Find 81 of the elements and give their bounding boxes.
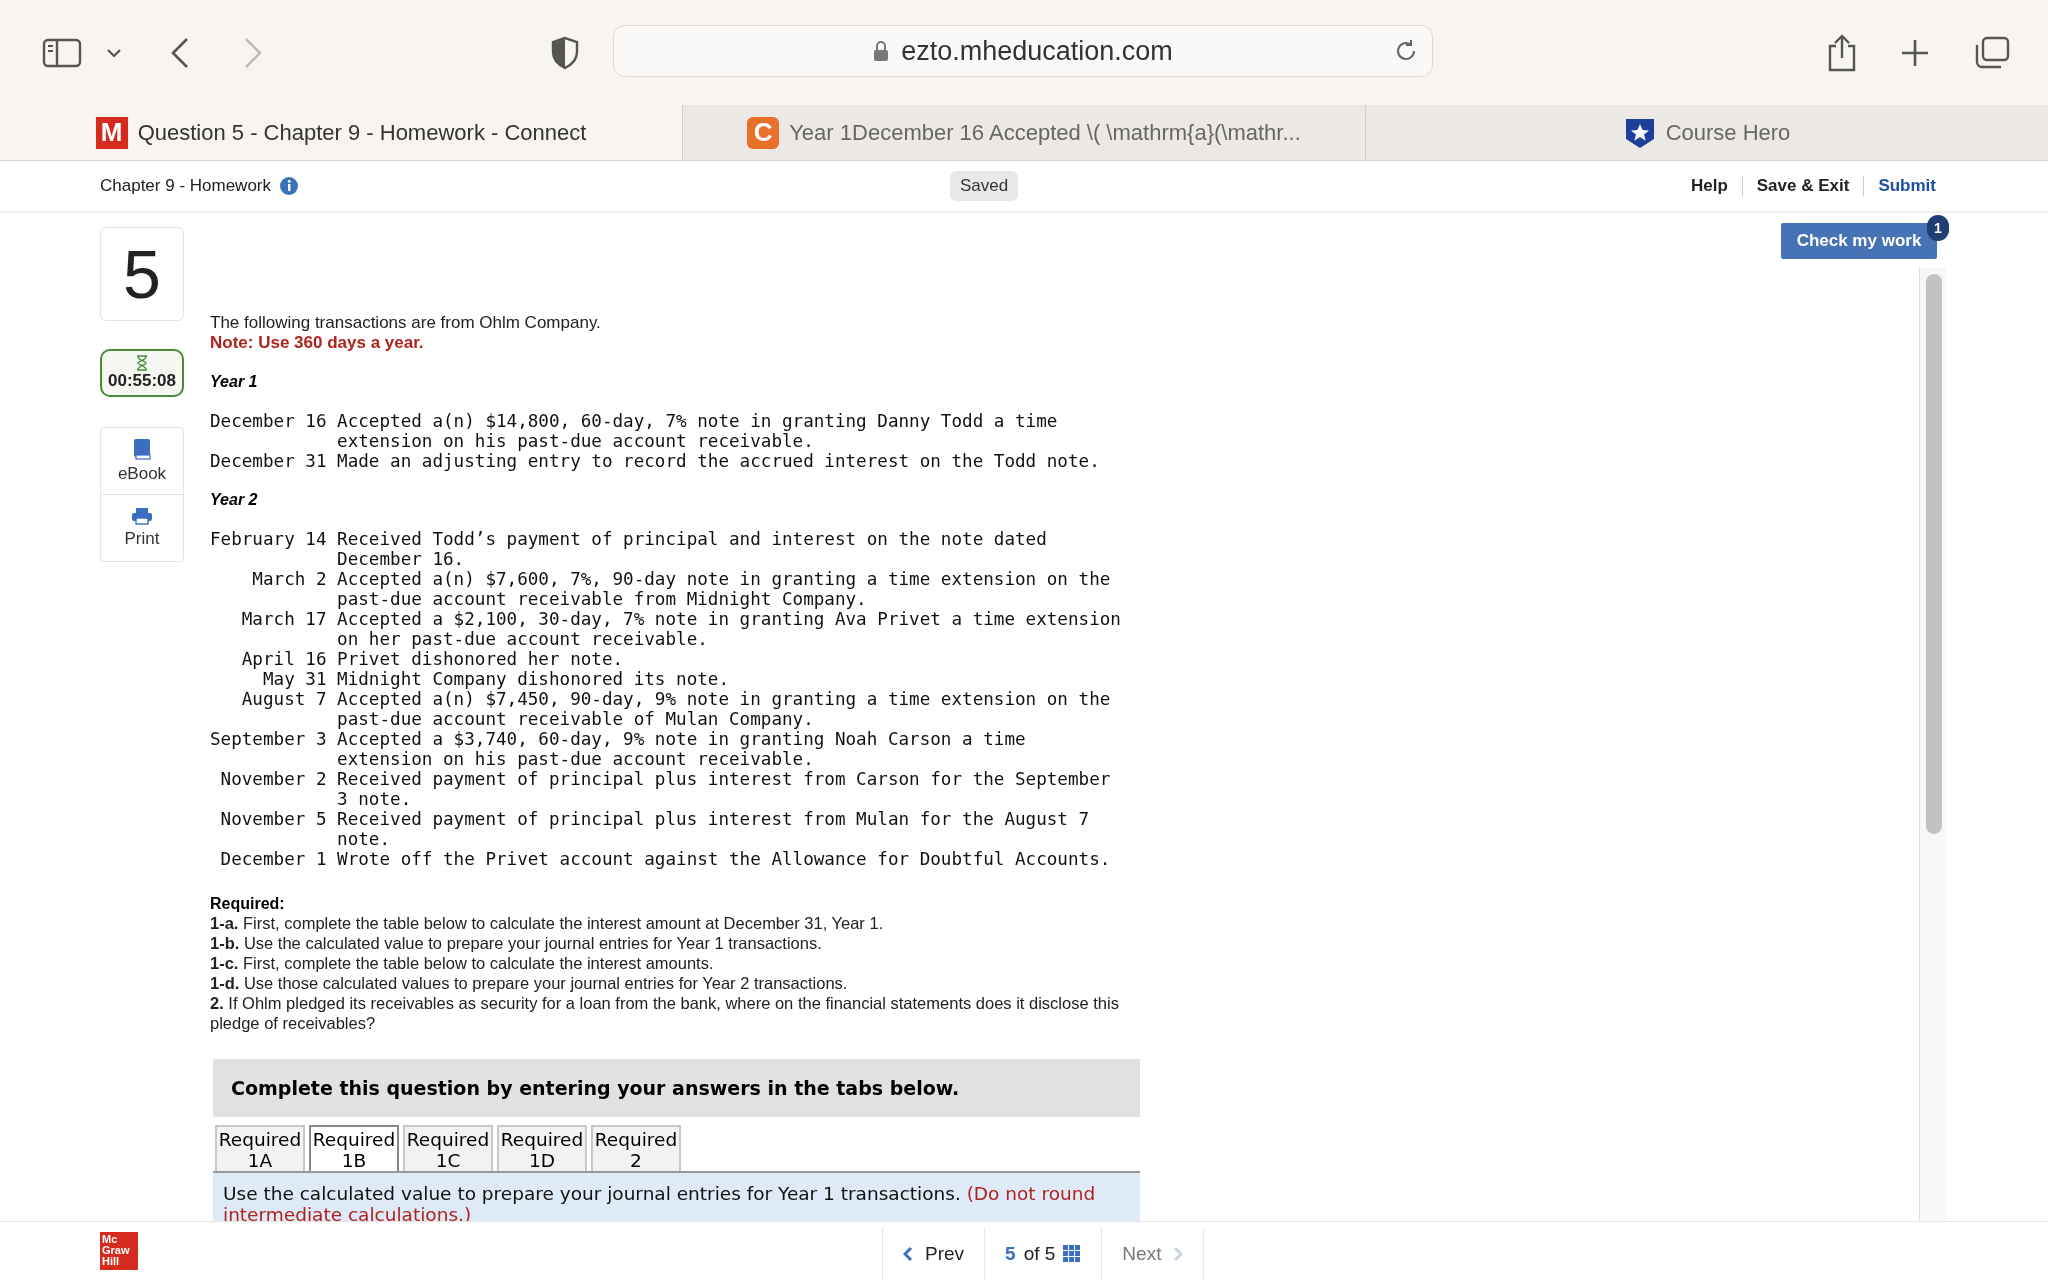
transaction-date: August 7 <box>240 689 327 711</box>
instruction-banner: Complete this question by entering your answers in the tabs below. <box>213 1059 1140 1117</box>
back-icon[interactable] <box>170 36 190 69</box>
instruction-text: Use the calculated value to prepare your journal entries for Year 1 transactions. (Do not round intermediate calculations.) <box>223 1183 1097 1225</box>
year-heading: Year 2 <box>210 491 259 509</box>
browser-tab[interactable]: C Year 1December 16 Accepted \( \mathrm{a}(\mathr... <box>682 105 1365 160</box>
transaction-text: Received payment of principal plus interest from Carson for the September 3 note. <box>337 769 1112 809</box>
transaction-text: Privet dishonored her note. <box>337 649 625 669</box>
required-tab[interactable]: Required 2 <box>591 1125 681 1171</box>
requirement-text: 1-b. Use the calculated value to prepare your journal entries for Year 1 transactions. <box>210 933 823 953</box>
note-text: Note: Use 360 days a year. <box>210 333 425 353</box>
shield-icon[interactable] <box>550 35 580 70</box>
info-icon[interactable] <box>279 176 299 196</box>
sidebar-tool-button[interactable]: eBook <box>101 428 183 494</box>
transaction-text: Accepted a $2,100, 30-day, 7% note in granting Ava Privet a time extension on her past-due account receivable. <box>337 609 1121 649</box>
sidebar-icon[interactable] <box>42 37 82 68</box>
grid-icon <box>1063 1245 1082 1263</box>
transaction-text: Midnight Company dishonored its note. <box>337 669 730 689</box>
transaction-text: Received payment of principal plus interest from Mulan for the August 7 note. <box>337 809 1091 849</box>
transaction-date: December 16 <box>210 411 327 433</box>
required-tab[interactable]: Required 1C <box>403 1125 493 1171</box>
intro-text: The following transactions are from Ohlm Company. <box>210 313 602 333</box>
hourglass-icon <box>136 355 148 371</box>
required-tab[interactable]: Required 1A <box>215 1125 305 1171</box>
requirement-text: 1-d. Use those calculated values to prepare your journal entries for Year 2 transactions. <box>210 973 849 993</box>
saved-status: Saved <box>950 171 1019 201</box>
transaction-date: May 31 <box>261 669 327 689</box>
tabs-icon[interactable] <box>1974 35 2010 70</box>
question-number: 5 <box>100 227 184 321</box>
transaction-text: Wrote off the Privet account against the Allowance for Doubtful Accounts. <box>337 849 1112 869</box>
reload-icon[interactable] <box>1394 39 1418 63</box>
current-page: 5 <box>1005 1243 1016 1265</box>
chevron-left-icon <box>903 1246 913 1262</box>
transaction-text: Accepted a(n) $14,800, 60-day, 7% note in granting Danny Todd a time extension on his past-due account receivable. <box>337 411 1059 451</box>
lock-icon <box>873 40 890 62</box>
transaction-text: Accepted a(n) $7,600, 7%, 90-day note in granting a time extension on the past-due account receivable from Midnight Company. <box>337 569 1112 609</box>
transaction-date: November 2 <box>219 769 327 791</box>
transaction-text: Made an adjusting entry to record the accrued interest on the Todd note. <box>337 451 1101 471</box>
transaction-date: March 17 <box>240 609 327 631</box>
transaction-date: April 16 <box>240 649 327 669</box>
required-heading: Required: <box>210 895 286 913</box>
page-total: of 5 <box>1023 1243 1056 1265</box>
transaction-date: March 2 <box>251 569 327 591</box>
book-icon <box>133 438 151 460</box>
assignment-title: Chapter 9 - Homework <box>100 176 271 196</box>
required-tab[interactable]: Required 1D <box>497 1125 587 1171</box>
transaction-text: Accepted a(n) $7,450, 90-day, 9% note in granting a time extension on the past-due account receivable of Mulan Company. <box>337 689 1112 729</box>
browser-tab[interactable]: M Question 5 - Chapter 9 - Homework - Connect <box>0 105 682 160</box>
timer-text: 00:55:08 <box>107 371 177 391</box>
sidebar-tool-button[interactable]: Print <box>101 494 183 561</box>
transaction-date: September 3 <box>210 729 327 751</box>
scrollbar-thumb[interactable] <box>1926 274 1942 834</box>
transaction-date: February 14 <box>210 529 327 551</box>
publisher-logo: Mc Graw Hill <box>100 1232 138 1270</box>
plus-icon[interactable] <box>1900 37 1930 68</box>
prev-button[interactable]: Prev <box>882 1228 985 1280</box>
transaction-date: December 31 <box>210 451 327 471</box>
favicon-icon: C <box>747 116 780 149</box>
header-link[interactable]: Save & Exit <box>1756 176 1850 196</box>
chevron-down-icon[interactable] <box>106 46 122 59</box>
count-badge: 1 <box>1927 215 1949 241</box>
printer-icon <box>131 507 153 525</box>
header-link[interactable]: Help <box>1690 176 1728 196</box>
required-tab[interactable]: Required 1B <box>309 1125 399 1171</box>
chevron-right-icon <box>1173 1246 1184 1262</box>
requirement-text: 2. If Ohlm pledged its receivables as security for a loan from the bank, where on the financial statements does it disclose this pledge of receivables? <box>210 993 1120 1033</box>
share-icon[interactable] <box>1827 33 1857 72</box>
favicon-icon: M <box>95 116 128 149</box>
browser-tab[interactable]: Course Hero <box>1365 105 2048 160</box>
address-text: ezto.mheducation.com <box>901 35 1173 67</box>
transaction-text: Received Todd’s payment of principal and interest on the note dated December 16. <box>337 529 1048 569</box>
star-shield-icon <box>1623 116 1656 149</box>
address-bar[interactable]: ezto.mheducation.com <box>613 25 1433 77</box>
requirement-text: 1-c. First, complete the table below to calculate the interest amounts. <box>210 953 715 973</box>
page-indicator[interactable]: 5 of 5 <box>984 1228 1102 1280</box>
transaction-date: November 5 <box>219 809 327 831</box>
transaction-date: December 1 <box>219 849 327 869</box>
year-heading: Year 1 <box>210 373 259 391</box>
requirement-text: 1-a. First, complete the table below to calculate the interest amount at December 31, Year 1. <box>210 913 885 933</box>
header-link[interactable]: Submit <box>1878 176 1936 196</box>
transaction-text: Accepted a $3,740, 60-day, 9% note in granting Noah Carson a time extension on his past-due account receivable. <box>337 729 1027 769</box>
